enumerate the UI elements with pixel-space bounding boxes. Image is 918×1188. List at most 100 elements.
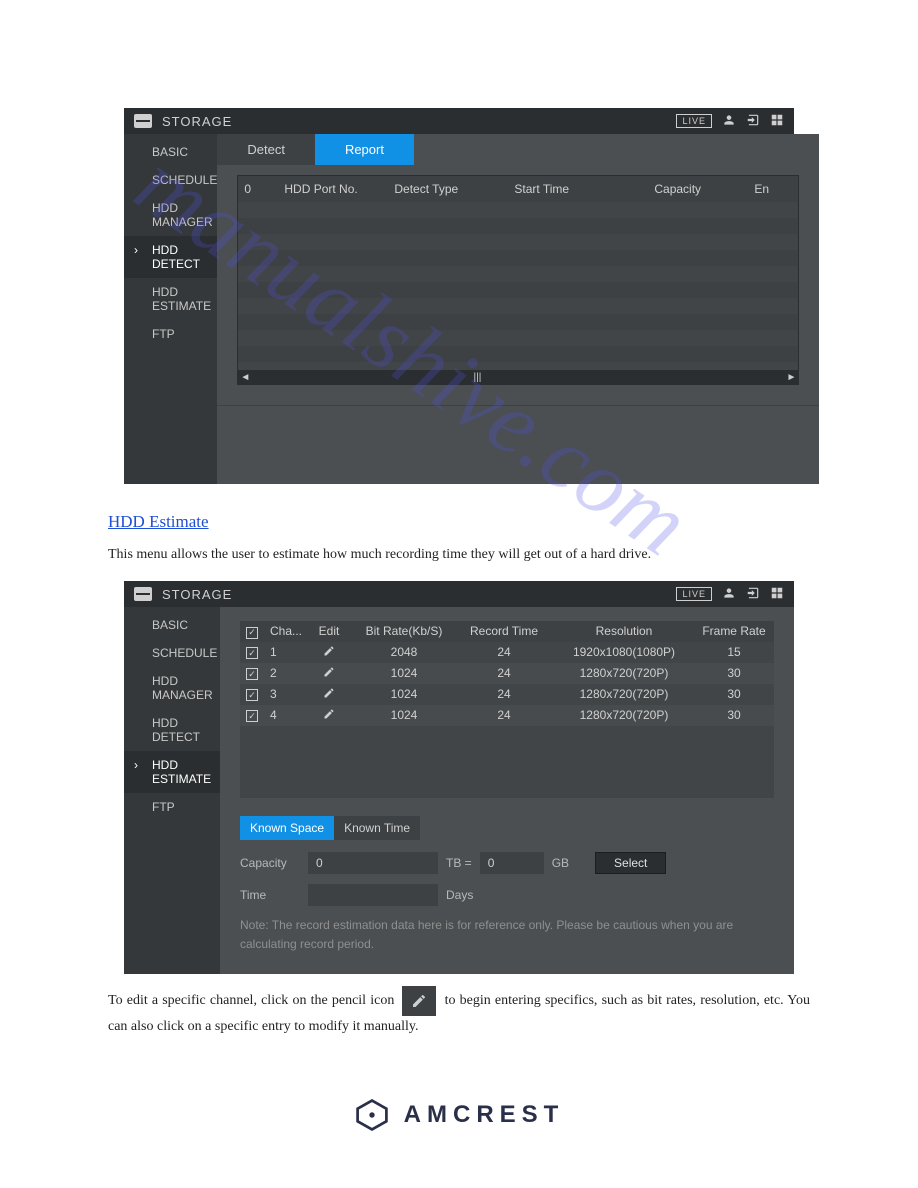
grid-icon[interactable] <box>770 586 784 603</box>
report-table: 0 HDD Port No. Detect Type Start Time Ca… <box>237 175 799 385</box>
col-detect-type: Detect Type <box>388 180 508 198</box>
row-checkbox[interactable]: ✓ <box>240 684 264 705</box>
storage-panel-estimate: STORAGE LIVE BASIC SCHEDULE HDD MANAGER … <box>124 581 794 974</box>
sidebar-item-hdd-manager[interactable]: HDD MANAGER <box>124 667 220 709</box>
logo-icon <box>354 1097 390 1133</box>
row-bitrate: 2048 <box>354 642 454 662</box>
pencil-icon <box>402 986 436 1016</box>
brand-logo: AMCREST <box>0 1097 918 1133</box>
table-row: ✓1 2048241920x1080(1080P)15 <box>240 642 774 663</box>
tab-known-space[interactable]: Known Space <box>240 816 334 840</box>
user-icon[interactable] <box>722 586 736 603</box>
section-text: This menu allows the user to estimate ho… <box>108 544 810 565</box>
table-row: ✓41024241280x720(720P)30 <box>240 705 774 726</box>
col-resolution: Resolution <box>554 621 694 641</box>
tab-report[interactable]: Report <box>315 134 414 165</box>
row-frame-rate: 15 <box>694 642 774 662</box>
scroll-right-icon[interactable]: ► <box>786 372 796 383</box>
table-row: ✓2 1024241280x720(720P)30 <box>240 663 774 684</box>
user-icon[interactable] <box>722 113 736 130</box>
col-edit: Edit <box>304 621 354 641</box>
sidebar-item-basic[interactable]: BASIC <box>124 138 217 166</box>
row-channel: 4 <box>264 705 304 725</box>
time-label: Time <box>240 888 300 902</box>
row-edit-button[interactable] <box>304 705 354 726</box>
row-channel: 1 <box>264 642 304 662</box>
row-frame-rate: 30 <box>694 663 774 683</box>
row-checkbox[interactable]: ✓ <box>240 663 264 684</box>
estimate-table: ✓ Cha... Edit Bit Rate(Kb/S) Record Time… <box>240 621 774 798</box>
time-input[interactable] <box>308 884 438 906</box>
sidebar-item-ftp[interactable]: FTP <box>124 320 217 348</box>
row-edit-button[interactable] <box>304 642 354 663</box>
estimate-mode-tabs: Known Space Known Time <box>240 816 774 840</box>
tab-detect[interactable]: Detect <box>217 134 315 165</box>
row-channel: 2 <box>264 663 304 683</box>
sidebar-item-hdd-estimate[interactable]: HDD ESTIMATE <box>124 278 217 320</box>
estimate-note: Note: The record estimation data here is… <box>240 916 774 954</box>
col-hdd-port: HDD Port No. <box>278 180 388 198</box>
col-count: 0 <box>238 180 278 198</box>
horizontal-scrollbar[interactable]: ◄ ||| ► <box>238 370 798 384</box>
live-badge: LIVE <box>676 587 712 601</box>
tb-unit-label: TB = <box>446 856 472 870</box>
row-record-time: 24 <box>454 705 554 725</box>
sidebar-item-hdd-detect[interactable]: HDD DETECT <box>124 236 217 278</box>
gb-unit-label: GB <box>552 856 569 870</box>
select-button[interactable]: Select <box>595 852 666 874</box>
row-frame-rate: 30 <box>694 705 774 725</box>
sidebar-item-schedule[interactable]: SCHEDULE <box>124 166 217 194</box>
row-record-time: 24 <box>454 642 554 662</box>
col-record-time: Record Time <box>454 621 554 641</box>
row-record-time: 24 <box>454 663 554 683</box>
row-record-time: 24 <box>454 684 554 704</box>
col-start-time: Start Time <box>508 180 648 198</box>
row-checkbox[interactable]: ✓ <box>240 705 264 726</box>
col-channel: Cha... <box>264 621 304 641</box>
grid-icon[interactable] <box>770 113 784 130</box>
sidebar-item-schedule[interactable]: SCHEDULE <box>124 639 220 667</box>
storage-panel-report: STORAGE LIVE BASIC SCHEDULE HDD MANAGER … <box>124 108 794 484</box>
capacity-gb-input[interactable]: 0 <box>480 852 544 874</box>
sidebar-item-ftp[interactable]: FTP <box>124 793 220 821</box>
panel-title: STORAGE <box>162 587 232 602</box>
hdd-icon <box>134 587 152 601</box>
capacity-tb-input[interactable]: 0 <box>308 852 438 874</box>
sidebar-item-basic[interactable]: BASIC <box>124 611 220 639</box>
logout-icon[interactable] <box>746 113 760 130</box>
table-row: ✓31024241280x720(720P)30 <box>240 684 774 705</box>
tab-known-time[interactable]: Known Time <box>334 816 420 840</box>
logout-icon[interactable] <box>746 586 760 603</box>
row-checkbox[interactable]: ✓ <box>240 642 264 663</box>
row-bitrate: 1024 <box>354 684 454 704</box>
scroll-left-icon[interactable]: ◄ <box>240 372 250 383</box>
row-edit-button[interactable] <box>304 663 354 684</box>
col-bitrate: Bit Rate(Kb/S) <box>354 621 454 641</box>
row-edit-button[interactable] <box>304 684 354 705</box>
row-frame-rate: 30 <box>694 684 774 704</box>
row-resolution: 1920x1080(1080P) <box>554 642 694 662</box>
sidebar-item-hdd-estimate[interactable]: HDD ESTIMATE <box>124 751 220 793</box>
col-capacity: Capacity <box>648 180 748 198</box>
section-heading: HDD Estimate <box>108 512 918 532</box>
col-checkbox[interactable]: ✓ <box>240 621 264 642</box>
titlebar: STORAGE LIVE <box>124 581 794 607</box>
row-channel: 3 <box>264 684 304 704</box>
row-bitrate: 1024 <box>354 663 454 683</box>
scroll-handle[interactable]: ||| <box>474 372 482 383</box>
hdd-icon <box>134 114 152 128</box>
sidebar-item-hdd-manager[interactable]: HDD MANAGER <box>124 194 217 236</box>
days-unit-label: Days <box>446 888 473 902</box>
row-resolution: 1280x720(720P) <box>554 663 694 683</box>
capacity-label: Capacity <box>240 856 300 870</box>
after-text: To edit a specific channel, click on the… <box>108 986 810 1037</box>
tabs: Detect Report <box>217 134 819 165</box>
sidebar: BASIC SCHEDULE HDD MANAGER HDD DETECT HD… <box>124 134 217 484</box>
sidebar: BASIC SCHEDULE HDD MANAGER HDD DETECT HD… <box>124 607 220 974</box>
sidebar-item-hdd-detect[interactable]: HDD DETECT <box>124 709 220 751</box>
logo-text: AMCREST <box>404 1101 565 1129</box>
titlebar: STORAGE LIVE <box>124 108 794 134</box>
col-end: En <box>748 180 798 198</box>
panel-title: STORAGE <box>162 114 232 129</box>
row-resolution: 1280x720(720P) <box>554 705 694 725</box>
